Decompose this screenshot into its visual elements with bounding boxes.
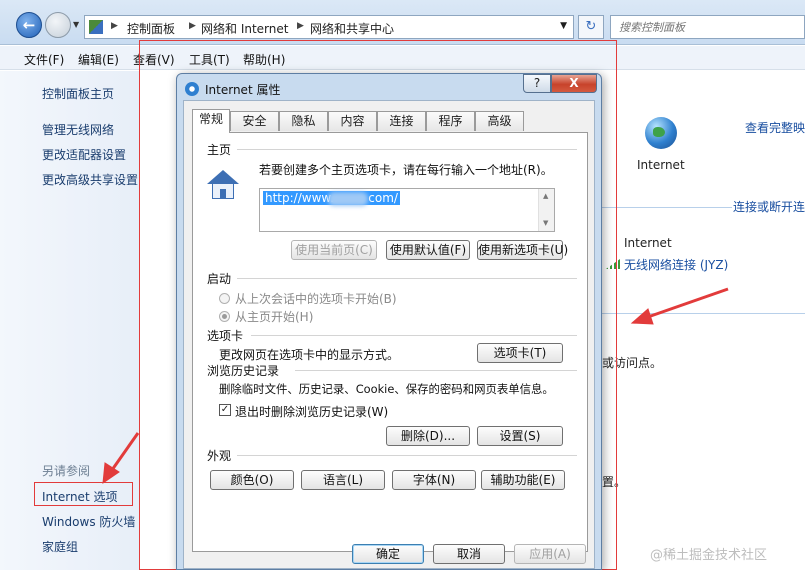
tabs-section-title: 选项卡 [207, 329, 244, 343]
radio-last-session[interactable] [219, 293, 230, 304]
scroll-down-icon[interactable]: ▼ [543, 219, 548, 227]
homepage-url-field[interactable]: http://www. com/ ▲ ▼ [259, 188, 555, 232]
delete-history-button[interactable]: 删除(D)... [386, 426, 470, 446]
section-divider [237, 149, 577, 150]
tab-content[interactable]: 内容 [328, 111, 377, 131]
section-divider [295, 370, 577, 371]
annotation-arrow-left [102, 432, 140, 485]
dialog-title: Internet 属性 [205, 83, 281, 97]
internet-properties-dialog: Internet 属性 ? X 常规 安全 隐私 内容 连接 程序 高级 主页 … [176, 73, 602, 570]
history-section-title: 浏览历史记录 [207, 364, 280, 378]
tab-programs[interactable]: 程序 [426, 111, 475, 131]
ok-button[interactable]: 确定 [352, 544, 424, 564]
tabs-settings-button[interactable]: 选项卡(T) [477, 343, 563, 363]
accessibility-button[interactable]: 辅助功能(E) [481, 470, 565, 490]
general-tab-page: 主页 若要创建多个主页选项卡，请在每行输入一个地址(R)。 http://www… [192, 132, 588, 552]
internet-explorer-icon [185, 82, 199, 96]
home-icon [207, 170, 239, 200]
appearance-section-title: 外观 [207, 449, 232, 463]
radio-homepage[interactable] [219, 311, 230, 322]
annotation-arrow-right [630, 287, 729, 325]
dialog-body: 常规 安全 隐私 内容 连接 程序 高级 主页 若要创建多个主页选项卡，请在每行… [183, 100, 595, 569]
url-scrollbar[interactable]: ▲ ▼ [538, 189, 554, 231]
fonts-button[interactable]: 字体(N) [392, 470, 476, 490]
languages-button[interactable]: 语言(L) [301, 470, 385, 490]
close-button[interactable]: X [551, 74, 597, 93]
use-new-tab-button[interactable]: 使用新选项卡(U) [477, 240, 568, 260]
section-divider [237, 278, 577, 279]
redacted-url-blur [328, 192, 368, 206]
tab-security[interactable]: 安全 [230, 111, 279, 131]
watermark: @稀土掘金技术社区 [650, 548, 768, 563]
tabs-description: 更改网页在选项卡中的显示方式。 [219, 348, 400, 362]
help-button[interactable]: ? [523, 74, 551, 93]
tab-privacy[interactable]: 隐私 [279, 111, 328, 131]
delete-history-on-exit-label: 退出时删除浏览历史记录(W) [235, 405, 389, 419]
use-default-button[interactable]: 使用默认值(F) [386, 240, 470, 260]
homepage-url-prefix: http://www. [265, 191, 334, 205]
cancel-button[interactable]: 取消 [433, 544, 505, 564]
section-divider [251, 335, 577, 336]
homepage-instruction: 若要创建多个主页选项卡，请在每行输入一个地址(R)。 [259, 163, 553, 177]
colors-button[interactable]: 颜色(O) [210, 470, 294, 490]
home-icon-door [220, 189, 226, 199]
tab-advanced[interactable]: 高级 [475, 111, 524, 131]
scroll-up-icon[interactable]: ▲ [543, 192, 548, 200]
radio-last-session-label: 从上次会话中的选项卡开始(B) [235, 292, 397, 306]
homepage-section-title: 主页 [207, 143, 232, 157]
radio-homepage-label: 从主页开始(H) [235, 310, 314, 324]
apply-button[interactable]: 应用(A) [514, 544, 586, 564]
homepage-url-suffix: com/ [368, 191, 398, 205]
tab-general[interactable]: 常规 [192, 109, 230, 133]
use-current-button[interactable]: 使用当前页(C) [291, 240, 377, 260]
history-settings-button[interactable]: 设置(S) [477, 426, 563, 446]
home-icon-roof [207, 170, 239, 184]
delete-history-on-exit-checkbox[interactable]: ✓ [219, 404, 231, 416]
tab-connections[interactable]: 连接 [377, 111, 426, 131]
section-divider [237, 455, 577, 456]
startup-section-title: 启动 [207, 272, 232, 286]
history-description: 删除临时文件、历史记录、Cookie、保存的密码和网页表单信息。 [219, 382, 554, 396]
